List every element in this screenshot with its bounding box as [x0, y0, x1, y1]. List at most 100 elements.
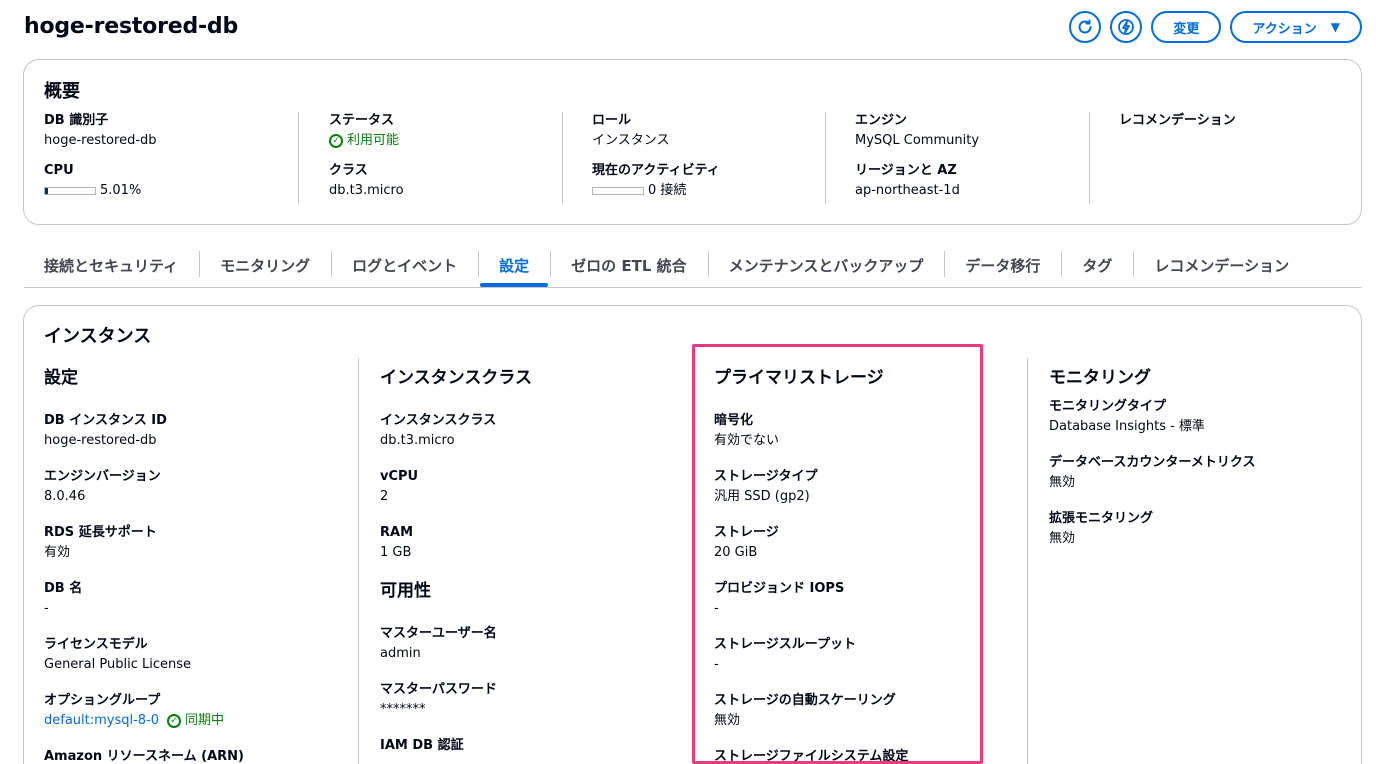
storage-item-label: ストレージタイプ	[714, 469, 818, 484]
cpu-progress-bar	[44, 187, 96, 195]
option-group-row: default:mysql-8-0 ✓ 同期中	[44, 712, 244, 730]
cpu-value: 5.01%	[100, 183, 142, 198]
refresh-button[interactable]	[1069, 11, 1102, 43]
storage-item-value: 有効でない	[714, 433, 780, 448]
tab-connectivity-security[interactable]: 接続とセキュリティ	[24, 247, 199, 287]
region-label: リージョンと AZ	[855, 163, 957, 178]
availability-item-label: マスターユーザー名	[380, 626, 497, 641]
sync-status-badge: ✓ 同期中	[167, 712, 224, 730]
monitoring-item-value: 無効	[1049, 531, 1076, 546]
instance-class-item-label: インスタンスクラス	[380, 413, 497, 428]
config-item-value: hoge-restored-db	[44, 433, 157, 448]
modify-button[interactable]: 変更	[1151, 11, 1222, 43]
config-item-label: Amazon リソースネーム (ARN)	[44, 749, 244, 764]
summary-column-3: ロール インスタンス 現在のアクティビティ 0 接続	[562, 112, 720, 204]
availability-item-value: *******	[380, 702, 426, 717]
config-column: 設定 DB インスタンス ID hoge-restored-db エンジンバージ…	[44, 363, 244, 764]
activity-value: 0 接続	[648, 183, 687, 198]
engine-value: MySQL Community	[855, 133, 980, 148]
summary-column-2: ステータス ✓ 利用可能 クラス db.t3.micro	[298, 112, 404, 204]
config-item-label: DB 名	[44, 581, 83, 596]
tab-zero-etl[interactable]: ゼロの ETL 統合	[550, 247, 707, 287]
storage-item-value: 20 GiB	[714, 545, 758, 560]
storage-item-label: ストレージ	[714, 525, 779, 540]
region-value: ap-northeast-1d	[855, 183, 960, 198]
modify-label: 変更	[1173, 21, 1200, 37]
availability-section-title: 可用性	[380, 581, 431, 601]
config-item-value: 有効	[44, 545, 71, 560]
header-actions: 変更 アクション ▼	[1069, 11, 1362, 43]
activity-label: 現在のアクティビティ	[592, 163, 720, 178]
monitoring-item-value: 無効	[1049, 475, 1076, 490]
tab-recommendations[interactable]: レコメンデーション	[1133, 247, 1310, 287]
class-label: クラス	[329, 163, 368, 178]
actions-dropdown[interactable]: アクション ▼	[1230, 11, 1362, 43]
storage-item-value: 汎用 SSD (gp2)	[714, 489, 810, 504]
config-item-label: DB インスタンス ID	[44, 413, 167, 428]
storage-item-value: -	[714, 601, 719, 616]
activity-meter: 0 接続	[592, 182, 720, 200]
instance-class-section-title: インスタンスクラス	[380, 368, 532, 388]
tab-monitoring[interactable]: モニタリング	[199, 247, 331, 287]
db-identifier-label: DB 識別子	[44, 113, 109, 128]
tab-configuration[interactable]: 設定	[478, 247, 550, 287]
status-label: ステータス	[329, 113, 395, 128]
availability-item-label: IAM DB 認証	[380, 738, 464, 753]
instance-heading: インスタンス	[44, 326, 152, 347]
config-item-label: ライセンスモデル	[44, 637, 148, 652]
availability-item-value: admin	[380, 646, 421, 661]
storage-item-label: ストレージファイルシステム設定	[714, 749, 909, 764]
option-group-link[interactable]: default:mysql-8-0	[44, 712, 159, 730]
cpu-meter: 5.01%	[44, 182, 157, 200]
instance-class-item-label: RAM	[380, 525, 414, 540]
monitoring-section-title: モニタリング	[1049, 368, 1151, 388]
class-value: db.t3.micro	[329, 183, 404, 198]
monitoring-item-label: 拡張モニタリング	[1049, 511, 1154, 526]
instance-class-item-value: 2	[380, 489, 389, 504]
cpu-label: CPU	[44, 163, 74, 178]
storage-item-value: -	[714, 657, 719, 672]
config-item-label: エンジンバージョン	[44, 469, 161, 484]
role-label: ロール	[592, 113, 632, 128]
storage-item-label: ストレージスループット	[714, 637, 856, 652]
status-badge: ✓ 利用可能	[329, 132, 404, 150]
summary-panel: 概要 DB 識別子 hoge-restored-db CPU 5.01% ステー…	[23, 59, 1362, 225]
tab-tags[interactable]: タグ	[1061, 247, 1133, 287]
config-item-value: 8.0.46	[44, 489, 86, 504]
caret-down-icon: ▼	[1330, 20, 1340, 34]
instance-class-item-label: vCPU	[380, 469, 419, 484]
tab-data-migration[interactable]: データ移行	[944, 247, 1061, 287]
tab-logs-events[interactable]: ログとイベント	[331, 247, 478, 287]
status-value: 利用可能	[347, 133, 400, 148]
check-circle-icon: ✓	[167, 714, 182, 728]
insights-button[interactable]	[1110, 11, 1143, 43]
storage-item-label: 暗号化	[714, 413, 754, 428]
sync-status-value: 同期中	[185, 713, 225, 728]
db-identifier-value: hoge-restored-db	[44, 133, 157, 148]
config-item-value: -	[44, 601, 49, 616]
instance-class-column: インスタンスクラス インスタンスクラス db.t3.micro vCPU 2 R…	[358, 358, 532, 764]
storage-item-label: プロビジョンド IOPS	[714, 581, 845, 596]
summary-heading: 概要	[44, 81, 80, 102]
detail-tabs: 接続とセキュリティ モニタリング ログとイベント 設定 ゼロの ETL 統合 メ…	[24, 247, 1362, 288]
config-item-value: General Public License	[44, 657, 191, 672]
storage-item-label: ストレージの自動スケーリング	[714, 693, 896, 708]
engine-label: エンジン	[855, 113, 908, 128]
availability-item-label: マスターパスワード	[380, 682, 497, 697]
instance-class-item-value: 1 GB	[380, 545, 412, 560]
role-value: インスタンス	[592, 133, 670, 148]
activity-progress-bar	[592, 187, 644, 195]
storage-column: プライマリストレージ 暗号化 有効でない ストレージタイプ 汎用 SSD (gp…	[714, 363, 908, 764]
page-title: hoge-restored-db	[24, 14, 239, 39]
monitoring-item-label: データベースカウンターメトリクス	[1049, 455, 1256, 470]
cpu-progress-fill	[45, 188, 48, 194]
monitoring-item-label: モニタリングタイプ	[1049, 399, 1167, 414]
recommendations-label: レコメンデーション	[1119, 113, 1236, 128]
tab-maintenance-backups[interactable]: メンテナンスとバックアップ	[707, 247, 945, 287]
refresh-icon	[1078, 19, 1092, 34]
config-section-title: 設定	[44, 368, 78, 388]
instance-panel: インスタンス 設定 DB インスタンス ID hoge-restored-db …	[23, 305, 1362, 764]
monitoring-column: モニタリング モニタリングタイプ Database Insights - 標準 …	[1027, 358, 1255, 764]
storage-item-value: 無効	[714, 713, 741, 728]
check-circle-icon: ✓	[329, 134, 343, 148]
